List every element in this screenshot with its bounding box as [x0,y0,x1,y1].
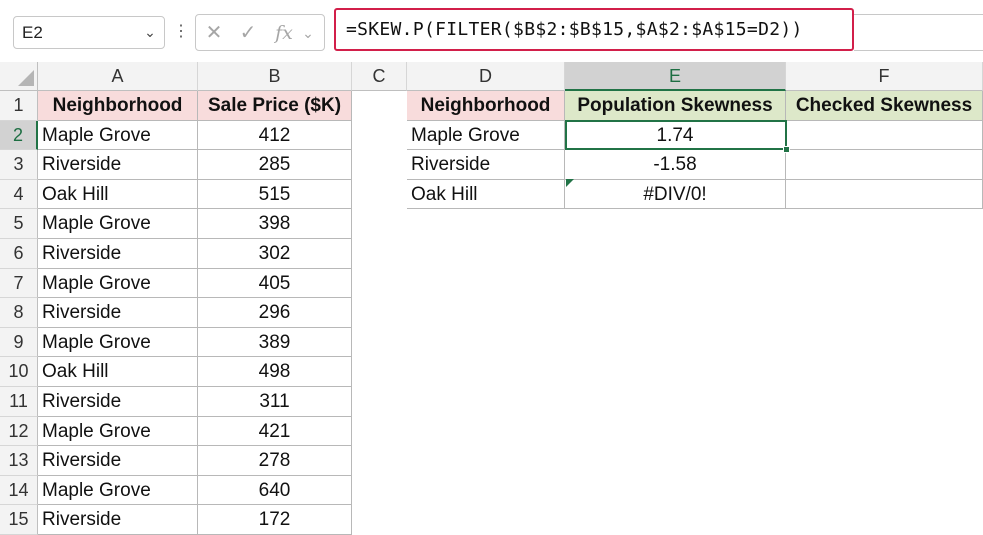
column-header-f[interactable]: F [786,62,983,91]
cell-sale-price[interactable]: 640 [198,475,352,506]
cell-sale-price[interactable]: 421 [198,416,352,447]
cell-neighborhood[interactable]: Riverside [38,239,198,269]
cell-population-skewness[interactable]: #DIV/0! [565,179,786,210]
fx-icon[interactable]: fx [272,22,296,44]
cell-sale-price[interactable]: 515 [198,179,352,210]
formula-input[interactable]: =SKEW.P(FILTER($B$2:$B$15,$A$2:$A$15=D2)… [334,8,854,51]
header-checked-skewness[interactable]: Checked Skewness [786,91,983,121]
column-header-b[interactable]: B [198,62,352,91]
cell-neighborhood[interactable]: Oak Hill [38,179,198,210]
cell-checked-skewness[interactable] [786,120,983,151]
formula-input-extension[interactable] [854,14,983,51]
cell-neighborhood[interactable]: Maple Grove [38,120,198,151]
formula-buttons: ✕ ✓ fx ⌄ [195,14,325,51]
active-cell-border [565,120,787,150]
column-header-c[interactable]: C [352,62,407,91]
header-neighborhood-summary[interactable]: Neighborhood [407,91,565,121]
cell-sale-price[interactable]: 412 [198,120,352,151]
column-header-a[interactable]: A [38,62,198,91]
row-header-7[interactable]: 7 [0,268,38,299]
header-sale-price[interactable]: Sale Price ($K) [198,91,352,121]
row-header-12[interactable]: 12 [0,416,38,447]
cell-summary-neighborhood[interactable]: Oak Hill [407,179,565,210]
row-header-2[interactable]: 2 [0,120,38,151]
row-header-14[interactable]: 14 [0,475,38,506]
row-header-13[interactable]: 13 [0,446,38,476]
column-header-e[interactable]: E [565,62,786,91]
row-header-1[interactable]: 1 [0,91,38,121]
cell-neighborhood[interactable]: Maple Grove [38,475,198,506]
cell-sale-price[interactable]: 405 [198,268,352,299]
cancel-icon[interactable]: ✕ [202,22,226,44]
cell-checked-skewness[interactable] [786,150,983,180]
more-options-icon[interactable]: ⋮ [173,22,189,42]
cell-neighborhood[interactable]: Riverside [38,505,198,535]
row-header-11[interactable]: 11 [0,387,38,417]
row-header-8[interactable]: 8 [0,298,38,328]
row-header-5[interactable]: 5 [0,209,38,239]
cell-neighborhood[interactable]: Riverside [38,150,198,180]
cell-sale-price[interactable]: 302 [198,239,352,269]
cell-sale-price[interactable]: 172 [198,505,352,535]
select-all-triangle-icon [18,70,34,86]
header-neighborhood[interactable]: Neighborhood [38,91,198,121]
cell-neighborhood[interactable]: Maple Grove [38,209,198,239]
cell-sale-price[interactable]: 285 [198,150,352,180]
row-header-4[interactable]: 4 [0,179,38,210]
cell-sale-price[interactable]: 296 [198,298,352,328]
row-header-10[interactable]: 10 [0,357,38,387]
cell-neighborhood[interactable]: Maple Grove [38,327,198,358]
cell-sale-price[interactable]: 311 [198,387,352,417]
cell-summary-neighborhood[interactable]: Riverside [407,150,565,180]
column-header-d[interactable]: D [407,62,565,91]
cell-population-skewness[interactable]: -1.58 [565,150,786,180]
cell-neighborhood[interactable]: Riverside [38,387,198,417]
cell-neighborhood[interactable]: Oak Hill [38,357,198,387]
row-header-15[interactable]: 15 [0,505,38,535]
cell-sale-price[interactable]: 398 [198,209,352,239]
chevron-down-icon[interactable]: ⌄ [296,22,320,44]
cell-neighborhood[interactable]: Maple Grove [38,268,198,299]
cell-neighborhood[interactable]: Riverside [38,298,198,328]
cell-neighborhood[interactable]: Riverside [38,446,198,476]
enter-icon[interactable]: ✓ [236,22,260,44]
chevron-down-icon[interactable]: ⌄ [140,22,160,42]
error-indicator-icon[interactable] [566,179,574,187]
row-header-3[interactable]: 3 [0,150,38,180]
header-population-skewness[interactable]: Population Skewness [565,91,786,121]
cell-sale-price[interactable]: 389 [198,327,352,358]
row-header-6[interactable]: 6 [0,239,38,269]
cell-sale-price[interactable]: 498 [198,357,352,387]
fill-handle[interactable] [783,146,790,153]
row-header-9[interactable]: 9 [0,327,38,358]
cell-summary-neighborhood[interactable]: Maple Grove [407,120,565,151]
cell-neighborhood[interactable]: Maple Grove [38,416,198,447]
cell-sale-price[interactable]: 278 [198,446,352,476]
cell-checked-skewness[interactable] [786,179,983,210]
